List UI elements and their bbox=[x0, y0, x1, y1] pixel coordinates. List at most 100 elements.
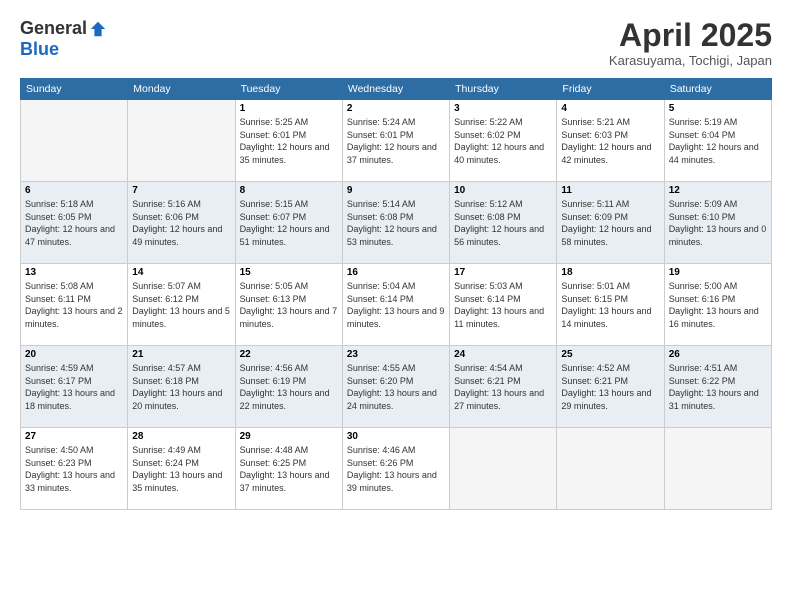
table-row: 21 Sunrise: 4:57 AM Sunset: 6:18 PM Dayli… bbox=[128, 346, 235, 428]
table-row bbox=[21, 100, 128, 182]
table-row: 15 Sunrise: 5:05 AM Sunset: 6:13 PM Dayli… bbox=[235, 264, 342, 346]
calendar-week-row: 6 Sunrise: 5:18 AM Sunset: 6:05 PM Daylig… bbox=[21, 182, 772, 264]
day-info: Sunrise: 5:04 AM Sunset: 6:14 PM Dayligh… bbox=[347, 280, 445, 330]
day-info: Sunrise: 5:21 AM Sunset: 6:03 PM Dayligh… bbox=[561, 116, 659, 166]
table-row: 23 Sunrise: 4:55 AM Sunset: 6:20 PM Dayli… bbox=[342, 346, 449, 428]
day-number: 6 bbox=[25, 185, 123, 196]
table-row bbox=[557, 428, 664, 510]
table-row: 20 Sunrise: 4:59 AM Sunset: 6:17 PM Dayli… bbox=[21, 346, 128, 428]
table-row: 10Sunrise: 5:12 AM Sunset: 6:08 PM Dayli… bbox=[450, 182, 557, 264]
page: General Blue April 2025 Karasuyama, Toch… bbox=[0, 0, 792, 612]
calendar-header-row: Sunday Monday Tuesday Wednesday Thursday… bbox=[21, 79, 772, 100]
day-number: 25 bbox=[561, 349, 659, 360]
day-number: 20 bbox=[25, 349, 123, 360]
table-row: 6 Sunrise: 5:18 AM Sunset: 6:05 PM Daylig… bbox=[21, 182, 128, 264]
logo-icon bbox=[89, 20, 107, 38]
table-row: 3Sunrise: 5:22 AM Sunset: 6:02 PM Daylig… bbox=[450, 100, 557, 182]
table-row: 9Sunrise: 5:14 AM Sunset: 6:08 PM Daylig… bbox=[342, 182, 449, 264]
table-row: 29 Sunrise: 4:48 AM Sunset: 6:25 PM Dayli… bbox=[235, 428, 342, 510]
day-number: 30 bbox=[347, 431, 445, 442]
day-info: Sunrise: 5:03 AM Sunset: 6:14 PM Dayligh… bbox=[454, 280, 552, 330]
title-block: April 2025 Karasuyama, Tochigi, Japan bbox=[609, 18, 772, 68]
table-row: 28 Sunrise: 4:49 AM Sunset: 6:24 PM Dayli… bbox=[128, 428, 235, 510]
col-friday: Friday bbox=[557, 79, 664, 100]
table-row: 14 Sunrise: 5:07 AM Sunset: 6:12 PM Dayli… bbox=[128, 264, 235, 346]
day-number: 2 bbox=[347, 103, 445, 114]
day-info: Sunrise: 4:46 AM Sunset: 6:26 PM Dayligh… bbox=[347, 444, 445, 494]
col-saturday: Saturday bbox=[664, 79, 771, 100]
day-info: Sunrise: 5:11 AM Sunset: 6:09 PM Dayligh… bbox=[561, 198, 659, 248]
col-tuesday: Tuesday bbox=[235, 79, 342, 100]
day-info: Sunrise: 5:00 AM Sunset: 6:16 PM Dayligh… bbox=[669, 280, 767, 330]
table-row bbox=[128, 100, 235, 182]
table-row: 13Sunrise: 5:08 AM Sunset: 6:11 PM Dayli… bbox=[21, 264, 128, 346]
day-number: 28 bbox=[132, 431, 230, 442]
table-row: 11Sunrise: 5:11 AM Sunset: 6:09 PM Dayli… bbox=[557, 182, 664, 264]
col-thursday: Thursday bbox=[450, 79, 557, 100]
day-number: 4 bbox=[561, 103, 659, 114]
calendar-week-row: 20 Sunrise: 4:59 AM Sunset: 6:17 PM Dayli… bbox=[21, 346, 772, 428]
day-number: 23 bbox=[347, 349, 445, 360]
day-number: 13 bbox=[25, 267, 123, 278]
table-row: 18 Sunrise: 5:01 AM Sunset: 6:15 PM Dayli… bbox=[557, 264, 664, 346]
day-info: Sunrise: 5:07 AM Sunset: 6:12 PM Dayligh… bbox=[132, 280, 230, 330]
month-title: April 2025 bbox=[609, 18, 772, 53]
day-number: 21 bbox=[132, 349, 230, 360]
header: General Blue April 2025 Karasuyama, Toch… bbox=[20, 18, 772, 68]
col-monday: Monday bbox=[128, 79, 235, 100]
day-info: Sunrise: 5:01 AM Sunset: 6:15 PM Dayligh… bbox=[561, 280, 659, 330]
day-number: 14 bbox=[132, 267, 230, 278]
calendar-table: Sunday Monday Tuesday Wednesday Thursday… bbox=[20, 78, 772, 510]
day-info: Sunrise: 4:55 AM Sunset: 6:20 PM Dayligh… bbox=[347, 362, 445, 412]
logo: General Blue bbox=[20, 18, 107, 60]
day-info: Sunrise: 4:50 AM Sunset: 6:23 PM Dayligh… bbox=[25, 444, 123, 494]
location: Karasuyama, Tochigi, Japan bbox=[609, 53, 772, 68]
day-info: Sunrise: 4:48 AM Sunset: 6:25 PM Dayligh… bbox=[240, 444, 338, 494]
day-number: 18 bbox=[561, 267, 659, 278]
day-number: 17 bbox=[454, 267, 552, 278]
table-row: 7 Sunrise: 5:16 AM Sunset: 6:06 PM Daylig… bbox=[128, 182, 235, 264]
calendar-week-row: 13Sunrise: 5:08 AM Sunset: 6:11 PM Dayli… bbox=[21, 264, 772, 346]
table-row: 22Sunrise: 4:56 AM Sunset: 6:19 PM Dayli… bbox=[235, 346, 342, 428]
table-row: 27Sunrise: 4:50 AM Sunset: 6:23 PM Dayli… bbox=[21, 428, 128, 510]
day-number: 22 bbox=[240, 349, 338, 360]
day-number: 24 bbox=[454, 349, 552, 360]
day-number: 3 bbox=[454, 103, 552, 114]
day-info: Sunrise: 5:16 AM Sunset: 6:06 PM Dayligh… bbox=[132, 198, 230, 248]
day-info: Sunrise: 5:15 AM Sunset: 6:07 PM Dayligh… bbox=[240, 198, 338, 248]
day-info: Sunrise: 4:59 AM Sunset: 6:17 PM Dayligh… bbox=[25, 362, 123, 412]
table-row bbox=[450, 428, 557, 510]
day-number: 12 bbox=[669, 185, 767, 196]
day-number: 19 bbox=[669, 267, 767, 278]
table-row: 26 Sunrise: 4:51 AM Sunset: 6:22 PM Dayli… bbox=[664, 346, 771, 428]
day-info: Sunrise: 5:25 AM Sunset: 6:01 PM Dayligh… bbox=[240, 116, 338, 166]
table-row bbox=[664, 428, 771, 510]
calendar-week-row: 1 Sunrise: 5:25 AM Sunset: 6:01 PM Daylig… bbox=[21, 100, 772, 182]
day-info: Sunrise: 5:09 AM Sunset: 6:10 PM Dayligh… bbox=[669, 198, 767, 248]
day-info: Sunrise: 5:18 AM Sunset: 6:05 PM Dayligh… bbox=[25, 198, 123, 248]
table-row: 4 Sunrise: 5:21 AM Sunset: 6:03 PM Daylig… bbox=[557, 100, 664, 182]
day-info: Sunrise: 5:24 AM Sunset: 6:01 PM Dayligh… bbox=[347, 116, 445, 166]
day-number: 15 bbox=[240, 267, 338, 278]
table-row: 25 Sunrise: 4:52 AM Sunset: 6:21 PM Dayli… bbox=[557, 346, 664, 428]
day-number: 1 bbox=[240, 103, 338, 114]
day-info: Sunrise: 5:19 AM Sunset: 6:04 PM Dayligh… bbox=[669, 116, 767, 166]
day-info: Sunrise: 5:05 AM Sunset: 6:13 PM Dayligh… bbox=[240, 280, 338, 330]
table-row: 16Sunrise: 5:04 AM Sunset: 6:14 PM Dayli… bbox=[342, 264, 449, 346]
day-number: 29 bbox=[240, 431, 338, 442]
table-row: 17 Sunrise: 5:03 AM Sunset: 6:14 PM Dayli… bbox=[450, 264, 557, 346]
day-info: Sunrise: 4:49 AM Sunset: 6:24 PM Dayligh… bbox=[132, 444, 230, 494]
table-row: 2 Sunrise: 5:24 AM Sunset: 6:01 PM Daylig… bbox=[342, 100, 449, 182]
logo-blue-text: Blue bbox=[20, 39, 59, 60]
day-number: 5 bbox=[669, 103, 767, 114]
table-row: 1 Sunrise: 5:25 AM Sunset: 6:01 PM Daylig… bbox=[235, 100, 342, 182]
day-number: 7 bbox=[132, 185, 230, 196]
table-row: 8Sunrise: 5:15 AM Sunset: 6:07 PM Daylig… bbox=[235, 182, 342, 264]
day-number: 10 bbox=[454, 185, 552, 196]
day-number: 9 bbox=[347, 185, 445, 196]
day-info: Sunrise: 4:52 AM Sunset: 6:21 PM Dayligh… bbox=[561, 362, 659, 412]
col-sunday: Sunday bbox=[21, 79, 128, 100]
day-number: 26 bbox=[669, 349, 767, 360]
day-info: Sunrise: 4:51 AM Sunset: 6:22 PM Dayligh… bbox=[669, 362, 767, 412]
day-info: Sunrise: 4:57 AM Sunset: 6:18 PM Dayligh… bbox=[132, 362, 230, 412]
